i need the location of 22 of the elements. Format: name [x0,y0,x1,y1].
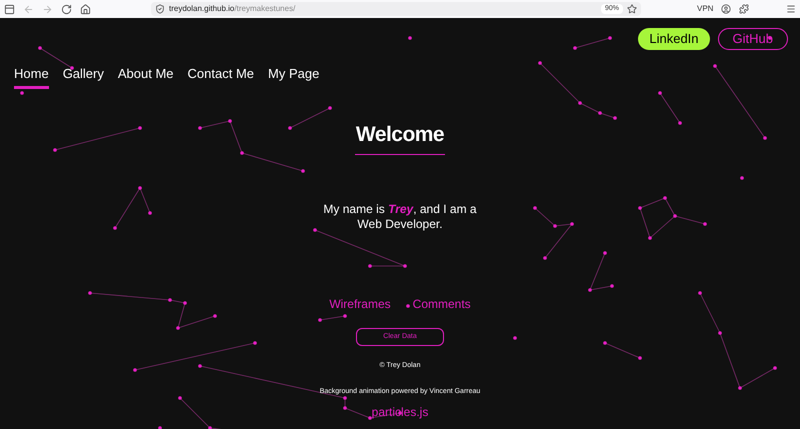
nav-link[interactable]: Gallery [62,64,104,88]
particles-link[interactable]: particles.js [372,403,428,421]
nav-link[interactable]: About Me [118,64,174,88]
nav-link[interactable]: Contact Me [188,64,254,88]
social-link[interactable]: LinkedIn [638,28,710,50]
reload-icon[interactable] [61,4,72,14]
nav-link[interactable]: My Page [268,64,320,88]
account-icon[interactable] [721,4,732,14]
url-text: treydolan.github.io/treymakestunes/ [169,3,296,15]
extensions-icon[interactable] [739,4,750,14]
page-link[interactable]: Wireframes [329,295,391,313]
shield-icon [155,4,165,14]
home-icon[interactable] [80,4,91,14]
bookmark-icon[interactable] [627,4,637,14]
tabs-icon[interactable] [4,4,15,14]
social-link[interactable]: GitHub [718,28,788,50]
vpn-label[interactable]: VPN [697,3,714,15]
welcome-heading: Welcome [354,118,446,155]
page-link[interactable]: Comments [412,295,471,313]
intro-text: My name is Trey, and I am a Web Developer. [322,202,478,232]
nav-link[interactable]: Home [14,64,49,88]
menu-icon[interactable] [786,4,796,14]
